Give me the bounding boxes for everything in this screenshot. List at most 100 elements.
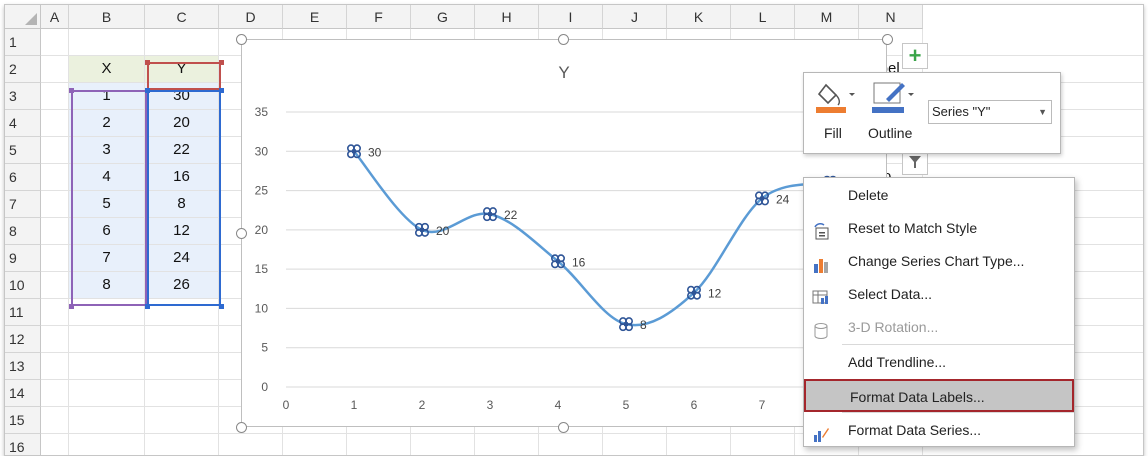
menu-item-label: Format Data Series... [848,422,982,438]
x-tick-label: 4 [555,398,562,412]
y-tick-label: 20 [255,223,269,237]
column-header-b[interactable]: B [69,5,145,29]
y-tick-label: 30 [255,144,269,158]
row-header-4[interactable]: 4 [5,110,41,137]
column-header-g[interactable]: G [411,5,475,29]
range-handle[interactable] [69,304,74,309]
menu-item-reset-to-match-style[interactable]: Reset to Match Style [804,212,1074,245]
column-header-i[interactable]: I [539,5,603,29]
data-label: 8 [640,318,647,332]
selection-marker-center [692,290,696,295]
x-tick-label: 5 [623,398,630,412]
plus-icon: + [908,43,922,68]
row-header-11[interactable]: 11 [5,299,41,326]
bar-chart-icon [812,253,830,273]
range-handle[interactable] [219,60,224,65]
menu-item-select-data[interactable]: Select Data... [804,278,1074,311]
data-point-marker[interactable] [483,207,498,222]
column-header-n[interactable]: N [859,5,923,29]
row-header-10[interactable]: 10 [5,272,41,299]
y-header-selection [147,62,221,90]
menu-separator [842,344,1074,345]
mini-toolbar: Fill Outline Series "Y" ▼ [803,72,1061,154]
menu-item-format-data-series[interactable]: Format Data Series... [804,414,1074,447]
column-header-k[interactable]: K [667,5,731,29]
row-header-8[interactable]: 8 [5,218,41,245]
select-data-icon [812,286,830,304]
range-handle[interactable] [145,88,150,93]
fill-button[interactable]: Fill [812,79,860,149]
x-tick-label: 1 [351,398,358,412]
selection-marker-center [760,196,764,201]
column-header-d[interactable]: D [219,5,283,29]
y-tick-label: 25 [255,184,269,198]
column-header-j[interactable]: J [603,5,667,29]
outline-button[interactable]: Outline [866,79,924,149]
column-header-c[interactable]: C [145,5,219,29]
range-handle[interactable] [145,304,150,309]
row-header-12[interactable]: 12 [5,326,41,353]
x-tick-label: 6 [691,398,698,412]
x-tick-label: 2 [419,398,426,412]
chart-resize-handle-tm[interactable] [558,34,569,45]
chart-resize-handle-tr[interactable] [882,34,893,45]
selection-marker-center [556,259,560,264]
format-series-icon [812,422,830,442]
x-header-cell[interactable]: X [69,56,144,82]
reset-style-icon [812,220,830,240]
chart-title: Y [558,63,569,82]
row-header-2[interactable]: 2 [5,56,41,83]
range-handle[interactable] [69,88,74,93]
chart-resize-handle-ml[interactable] [236,228,247,239]
selection-marker-center [488,212,492,217]
row-header-9[interactable]: 9 [5,245,41,272]
menu-item-label: Delete [848,187,889,203]
excel-window: ABCDEFGHIJKLMN 1 2 3 4 5 6 7 8 9 10 11 12 13 14 15 16 X… [4,4,1144,456]
row-header-6[interactable]: 6 [5,164,41,191]
row-header-15[interactable]: 15 [5,407,41,434]
menu-item-3-d-rotation: 3-D Rotation... [804,311,1074,344]
select-all-corner[interactable] [5,5,41,29]
column-header-f[interactable]: F [347,5,411,29]
menu-item-change-series-chart-type[interactable]: Change Series Chart Type... [804,245,1074,278]
data-point-marker[interactable] [415,222,430,237]
chart-resize-handle-bm[interactable] [558,422,569,433]
x-range-selection[interactable] [71,90,147,306]
menu-item-format-data-labels[interactable]: Format Data Labels... [804,379,1074,412]
column-header-e[interactable]: E [283,5,347,29]
menu-item-delete[interactable]: Delete [804,179,1074,212]
row-header-13[interactable]: 13 [5,353,41,380]
data-point-marker[interactable] [618,317,633,332]
column-header-h[interactable]: H [475,5,539,29]
row-header-3[interactable]: 3 [5,83,41,110]
range-handle[interactable] [219,304,224,309]
row-header-7[interactable]: 7 [5,191,41,218]
line-chart[interactable]: Y05101520253035012345678302022168122426 [242,40,886,426]
chart-resize-handle-bl[interactable] [236,422,247,433]
range-handle[interactable] [219,88,224,93]
chart-resize-handle-tl[interactable] [236,34,247,45]
row-header-5[interactable]: 5 [5,137,41,164]
y-tick-label: 0 [261,380,268,394]
y-range-selection[interactable] [147,90,221,306]
range-handle[interactable] [145,60,150,65]
filter-icon [909,156,921,168]
context-menu: Delete Reset to Match Style Change Series … [803,177,1075,447]
column-header-m[interactable]: M [795,5,859,29]
series-selector[interactable]: Series "Y" ▼ [928,100,1052,124]
column-header-l[interactable]: L [731,5,795,29]
chart-area[interactable]: Y05101520253035012345678302022168122426 [241,39,887,427]
data-label: 12 [708,287,722,301]
chart-elements-button[interactable]: + [902,43,928,69]
menu-item-label: Add Trendline... [848,354,947,370]
data-label: 16 [572,255,586,269]
menu-item-label: Change Series Chart Type... [848,253,1025,269]
column-header-a[interactable]: A [41,5,69,29]
menu-item-add-trendline[interactable]: Add Trendline... [804,346,1074,379]
menu-item-label: 3-D Rotation... [848,319,939,335]
row-header-14[interactable]: 14 [5,380,41,407]
row-header-16[interactable]: 16 [5,434,41,455]
selection-marker-center [624,322,628,327]
data-label: 20 [436,224,450,238]
row-header-1[interactable]: 1 [5,29,41,56]
